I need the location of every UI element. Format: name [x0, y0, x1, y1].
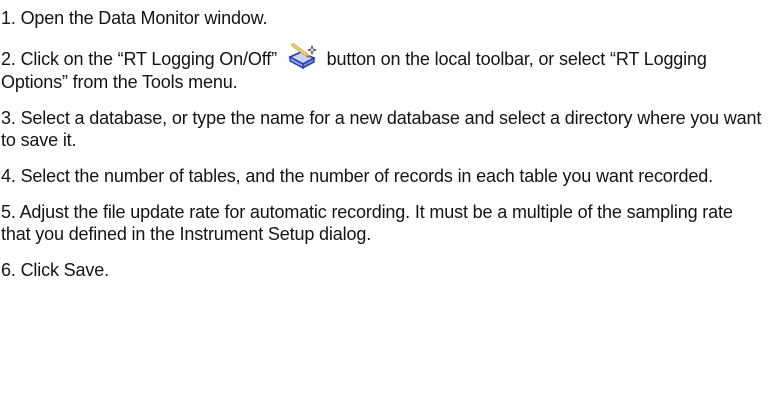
step-5: 5. Adjust the file update rate for autom… [1, 201, 763, 245]
step-number: 2. [1, 49, 16, 69]
step-3: 3. Select a database, or type the name f… [1, 107, 763, 151]
step-text: Open the Data Monitor window. [20, 8, 268, 28]
step-text: Click Save. [20, 260, 110, 280]
rt-logging-toggle-icon [284, 43, 318, 71]
step-2: 2. Click on the “RT Logging On/Off” butt… [1, 43, 763, 93]
step-1: 1. Open the Data Monitor window. [1, 7, 763, 29]
step-text-before-icon: Click on the “RT Logging On/Off” [20, 49, 277, 69]
step-number: 3. [1, 108, 16, 128]
step-number: 5. [1, 202, 16, 222]
step-6: 6. Click Save. [1, 259, 763, 281]
step-number: 4. [1, 166, 16, 186]
step-number: 6. [1, 260, 16, 280]
step-text: Select a database, or type the name for … [1, 108, 762, 150]
step-text: Adjust the file update rate for automati… [1, 202, 733, 244]
step-4: 4. Select the number of tables, and the … [1, 165, 763, 187]
instruction-steps: 1. Open the Data Monitor window. 2. Clic… [1, 7, 763, 295]
step-text: Select the number of tables, and the num… [20, 166, 714, 186]
step-number: 1. [1, 8, 16, 28]
